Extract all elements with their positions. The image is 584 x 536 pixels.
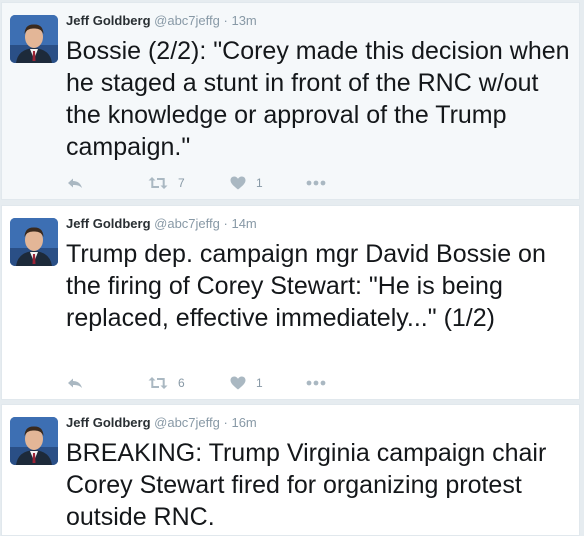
timestamp[interactable]: 14m bbox=[231, 216, 256, 231]
retweet-icon bbox=[148, 176, 168, 190]
retweet-button[interactable]: 6 bbox=[148, 373, 185, 393]
tweet-header: Jeff Goldberg @abc7jeffg · 16m bbox=[66, 415, 257, 431]
retweet-button[interactable]: 7 bbox=[148, 173, 185, 193]
reply-button[interactable] bbox=[66, 173, 84, 193]
like-button[interactable]: 1 bbox=[230, 373, 263, 393]
tweet-header: Jeff Goldberg @abc7jeffg · 13m bbox=[66, 13, 257, 29]
author-name[interactable]: Jeff Goldberg bbox=[66, 13, 151, 28]
reply-button[interactable] bbox=[66, 373, 84, 393]
separator-dot: · bbox=[223, 415, 228, 430]
author-name[interactable]: Jeff Goldberg bbox=[66, 216, 151, 231]
tweet-actions: 7 1 bbox=[66, 173, 366, 193]
tweet-header: Jeff Goldberg @abc7jeffg · 14m bbox=[66, 216, 257, 232]
reply-icon bbox=[66, 176, 84, 190]
author-name[interactable]: Jeff Goldberg bbox=[66, 415, 151, 430]
retweet-count: 7 bbox=[178, 176, 185, 190]
separator-dot: · bbox=[223, 13, 228, 28]
timestamp[interactable]: 13m bbox=[231, 13, 256, 28]
more-icon bbox=[306, 180, 326, 186]
heart-icon bbox=[230, 376, 246, 390]
tweet-text: BREAKING: Trump Virginia campaign chair … bbox=[66, 439, 547, 531]
separator-dot: · bbox=[223, 216, 228, 231]
author-handle[interactable]: @abc7jeffg bbox=[154, 415, 220, 430]
tweet[interactable]: Jeff Goldberg @abc7jeffg · 13m Bossie (2… bbox=[1, 2, 580, 200]
more-button[interactable] bbox=[306, 173, 326, 193]
more-icon bbox=[306, 380, 326, 386]
retweet-icon bbox=[148, 376, 168, 390]
author-handle[interactable]: @abc7jeffg bbox=[154, 216, 220, 231]
avatar[interactable] bbox=[10, 218, 58, 266]
tweet-text: Trump dep. campaign mgr David Bossie on … bbox=[66, 240, 546, 332]
like-count: 1 bbox=[256, 376, 263, 390]
like-count: 1 bbox=[256, 176, 263, 190]
author-handle[interactable]: @abc7jeffg bbox=[154, 13, 220, 28]
tweet[interactable]: Jeff Goldberg @abc7jeffg · 16m BREAKING:… bbox=[1, 404, 580, 536]
timestamp[interactable]: 16m bbox=[231, 415, 256, 430]
tweet-actions: 6 1 bbox=[66, 373, 366, 393]
like-button[interactable]: 1 bbox=[230, 173, 263, 193]
heart-icon bbox=[230, 176, 246, 190]
avatar[interactable] bbox=[10, 417, 58, 465]
retweet-count: 6 bbox=[178, 376, 185, 390]
tweet[interactable]: Jeff Goldberg @abc7jeffg · 14m Trump dep… bbox=[1, 205, 580, 400]
avatar[interactable] bbox=[10, 15, 58, 63]
tweet-text: Bossie (2/2): "Corey made this decision … bbox=[66, 37, 570, 161]
tweet-feed: Jeff Goldberg @abc7jeffg · 13m Bossie (2… bbox=[0, 0, 584, 536]
more-button[interactable] bbox=[306, 373, 326, 393]
reply-icon bbox=[66, 376, 84, 390]
